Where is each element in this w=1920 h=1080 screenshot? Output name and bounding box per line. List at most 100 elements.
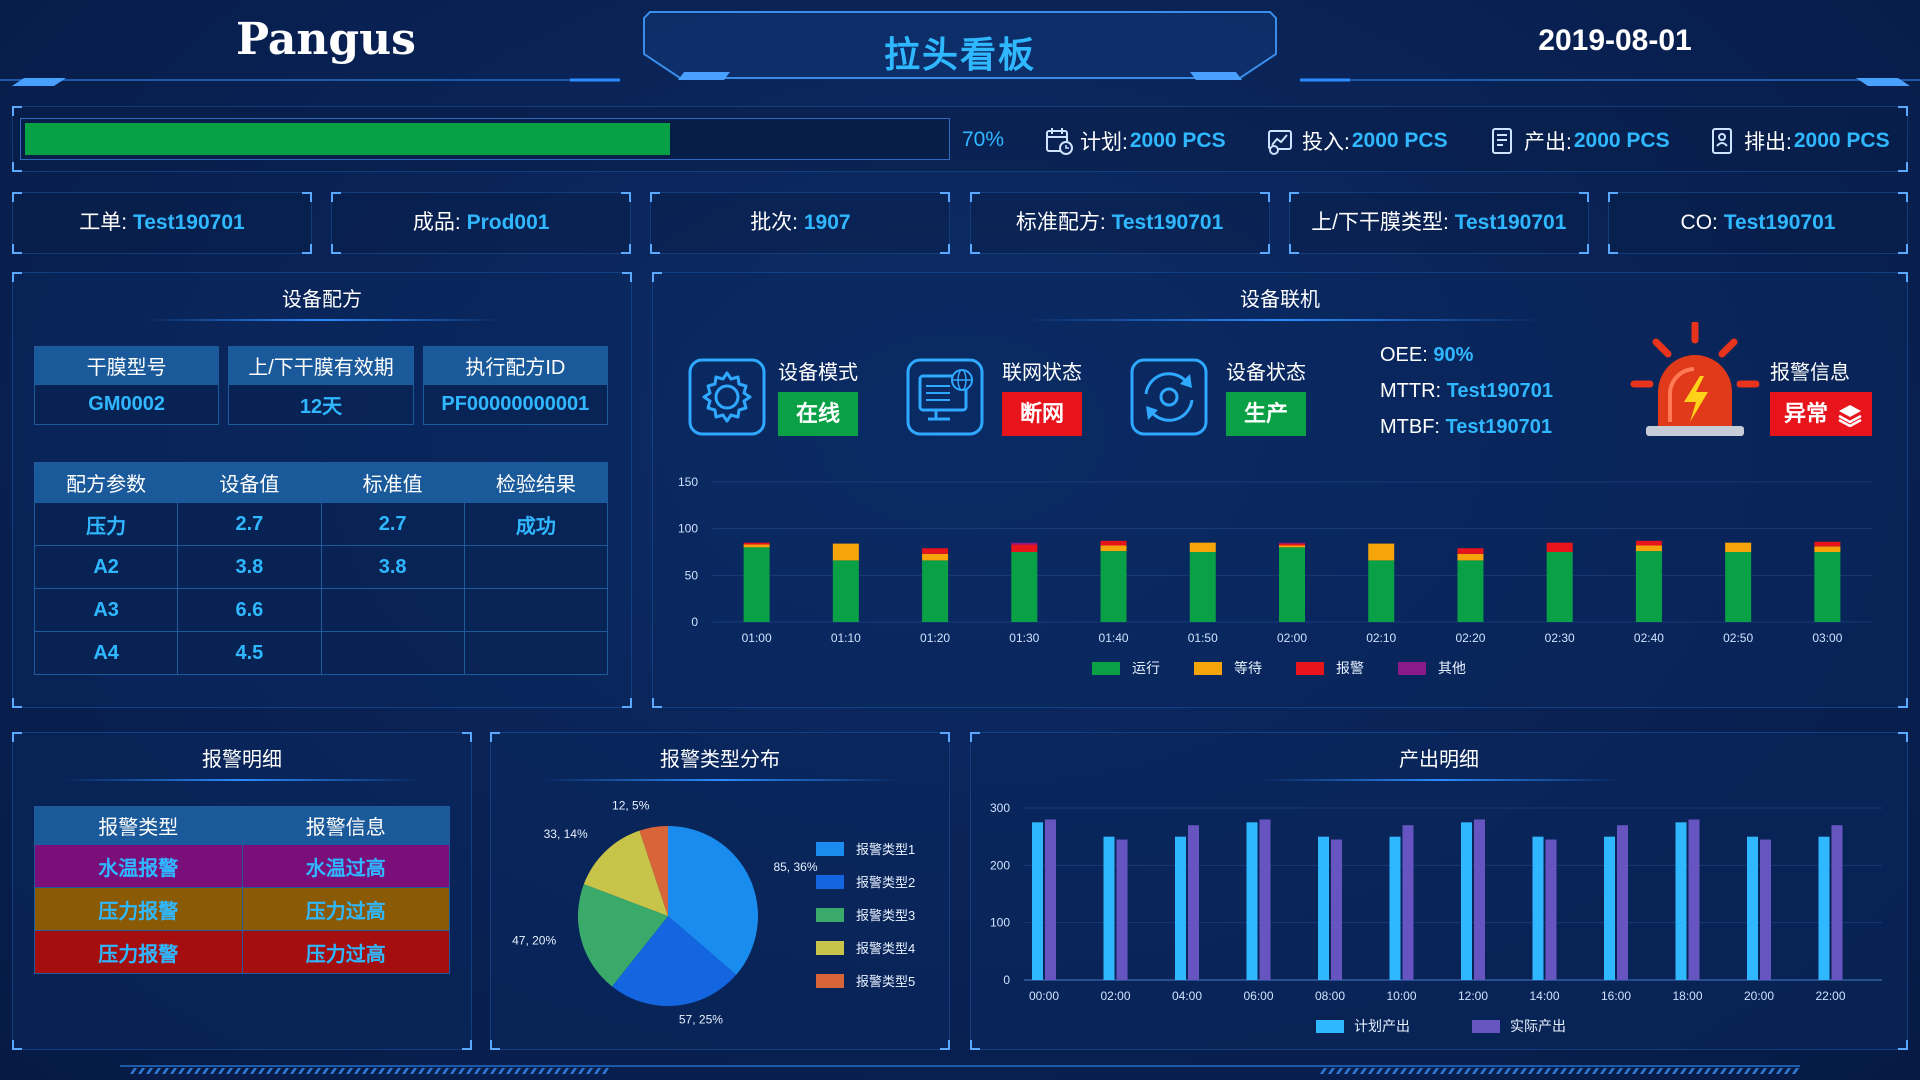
info-value: Test190701 [1454,211,1567,234]
film-model-value: GM0002 [33,384,220,425]
bar-segment [1011,542,1038,545]
x-tick-label: 00:00 [1029,989,1059,1003]
x-tick-label: 03:00 [1812,631,1842,645]
bar [1032,822,1043,980]
bar [1389,836,1401,980]
alarm-info-col-header: 报警信息 [241,806,450,845]
bar [1331,839,1342,980]
bar-segment [1368,543,1395,561]
y-tick-label: 0 [1003,973,1010,987]
bar-segment [1725,552,1752,622]
x-tick-label: 22:00 [1815,989,1845,1003]
info-item: 成品: Prod001 [331,192,631,254]
x-tick-label: 10:00 [1386,989,1416,1003]
standard-value-col-header: 标准值 [320,462,465,503]
alarm-type-cell: 水温报警 [34,844,243,888]
table-row: A2 3.8 3.8 [33,545,609,589]
legend-swatch [816,974,844,988]
param-col-header: 配方参数 [33,462,179,503]
x-tick-label: 16:00 [1601,989,1631,1003]
calendar-clock-icon [1046,128,1073,155]
check-result-col-header: 检验结果 [463,462,609,503]
bar-segment [1100,545,1127,552]
film-validity-header: 上/下干膜有效期 [228,346,414,385]
legend-label: 报警类型3 [856,908,915,923]
y-tick-label: 100 [990,916,1010,930]
alarm-type-col-header: 报警类型 [34,806,243,845]
mtbf-value: Test190701 [1445,416,1552,438]
bar [1175,836,1186,980]
bar-segment [1814,546,1841,552]
bar-segment [1635,540,1662,546]
bar [1688,819,1700,980]
bar-segment [1457,560,1484,622]
table-cell: A3 [33,588,179,632]
table-cell: 2.7 [177,502,322,546]
progress-percent: 70% [962,128,1005,151]
table-cell: 6.6 [177,588,322,632]
info-label: 上/下干膜类型: [1311,211,1449,234]
bar-segment [922,560,949,622]
alarm-info-label: 报警信息 [1770,362,1850,384]
output-stat: 产出: 2000 PCS [1488,126,1670,156]
bar [1545,839,1557,980]
table-cell [463,631,609,675]
legend-label: 报警 [1336,660,1364,676]
x-tick-label: 12:00 [1458,989,1488,1003]
info-item: 标准配方: Test190701 [970,192,1270,254]
input-label: 投入: [1302,131,1350,154]
bar [1188,825,1199,980]
x-tick-label: 02:30 [1545,631,1575,645]
output-detail-title: 产出明细 [1399,749,1479,771]
y-tick-label: 200 [990,858,1010,872]
device-state-label: 设备状态 [1226,362,1306,384]
device-mode-badge: 在线 [778,392,858,436]
info-item: 批次: 1907 [650,192,950,254]
x-tick-label: 02:10 [1366,631,1396,645]
table-row: 压力 2.7 2.7 成功 [33,502,609,546]
table-cell: 3.8 [177,545,322,589]
legend-swatch [816,875,844,889]
network-state-badge: 断网 [1002,392,1082,436]
input-stat: 投入: 2000 PCS [1266,126,1448,156]
info-label: 成品: [412,211,461,234]
y-tick-label: 150 [678,475,698,489]
input-value: 2000 PCS [1351,129,1448,152]
legend-label: 其他 [1438,660,1466,676]
x-tick-label: 01:10 [831,631,861,645]
table-cell: 成功 [463,502,609,546]
info-value: Prod001 [466,211,550,234]
x-tick-label: 01:20 [920,631,950,645]
legend-swatch [1296,662,1324,675]
bar [1760,839,1771,980]
discharge-label: 排出: [1744,131,1792,154]
mttr-label: MTTR: [1380,380,1442,402]
oee-metric: OEE: 90% [1380,344,1473,367]
discharge-value: 2000 PCS [1793,129,1890,152]
mtbf-metric: MTBF: Test190701 [1380,416,1552,439]
bar-segment [1635,545,1662,552]
layers-icon [1838,405,1862,427]
info-value: Test190701 [1723,211,1836,234]
legend-label: 实际产出 [1510,1018,1566,1034]
oee-label: OEE: [1380,344,1428,366]
pie-data-label: 12, 5% [612,798,650,812]
bar-segment [743,547,770,622]
bar-segment [1457,548,1484,554]
x-tick-label: 04:00 [1172,989,1202,1003]
progress-bar-fill [25,123,671,155]
device-value-col-header: 设备值 [177,462,322,503]
mtbf-label: MTBF: [1380,416,1440,438]
bar [1103,836,1115,980]
pie-data-label: 47, 20% [512,934,556,948]
info-label: CO: [1680,211,1718,234]
alarm-type-cell: 压力报警 [34,930,243,974]
legend-swatch [816,842,844,856]
legend-label: 计划产出 [1354,1018,1410,1034]
device-online-title: 设备联机 [1240,289,1320,311]
recipe-id-value: PF00000000001 [422,384,609,425]
table-cell: 4.5 [177,631,322,675]
recipe-param-table: 配方参数 设备值 标准值 检验结果 压力 2.7 2.7 成功 A2 3.8 3.8 A3 6.… [33,462,609,675]
table-cell: 2.7 [320,502,465,546]
table-cell [320,588,465,632]
